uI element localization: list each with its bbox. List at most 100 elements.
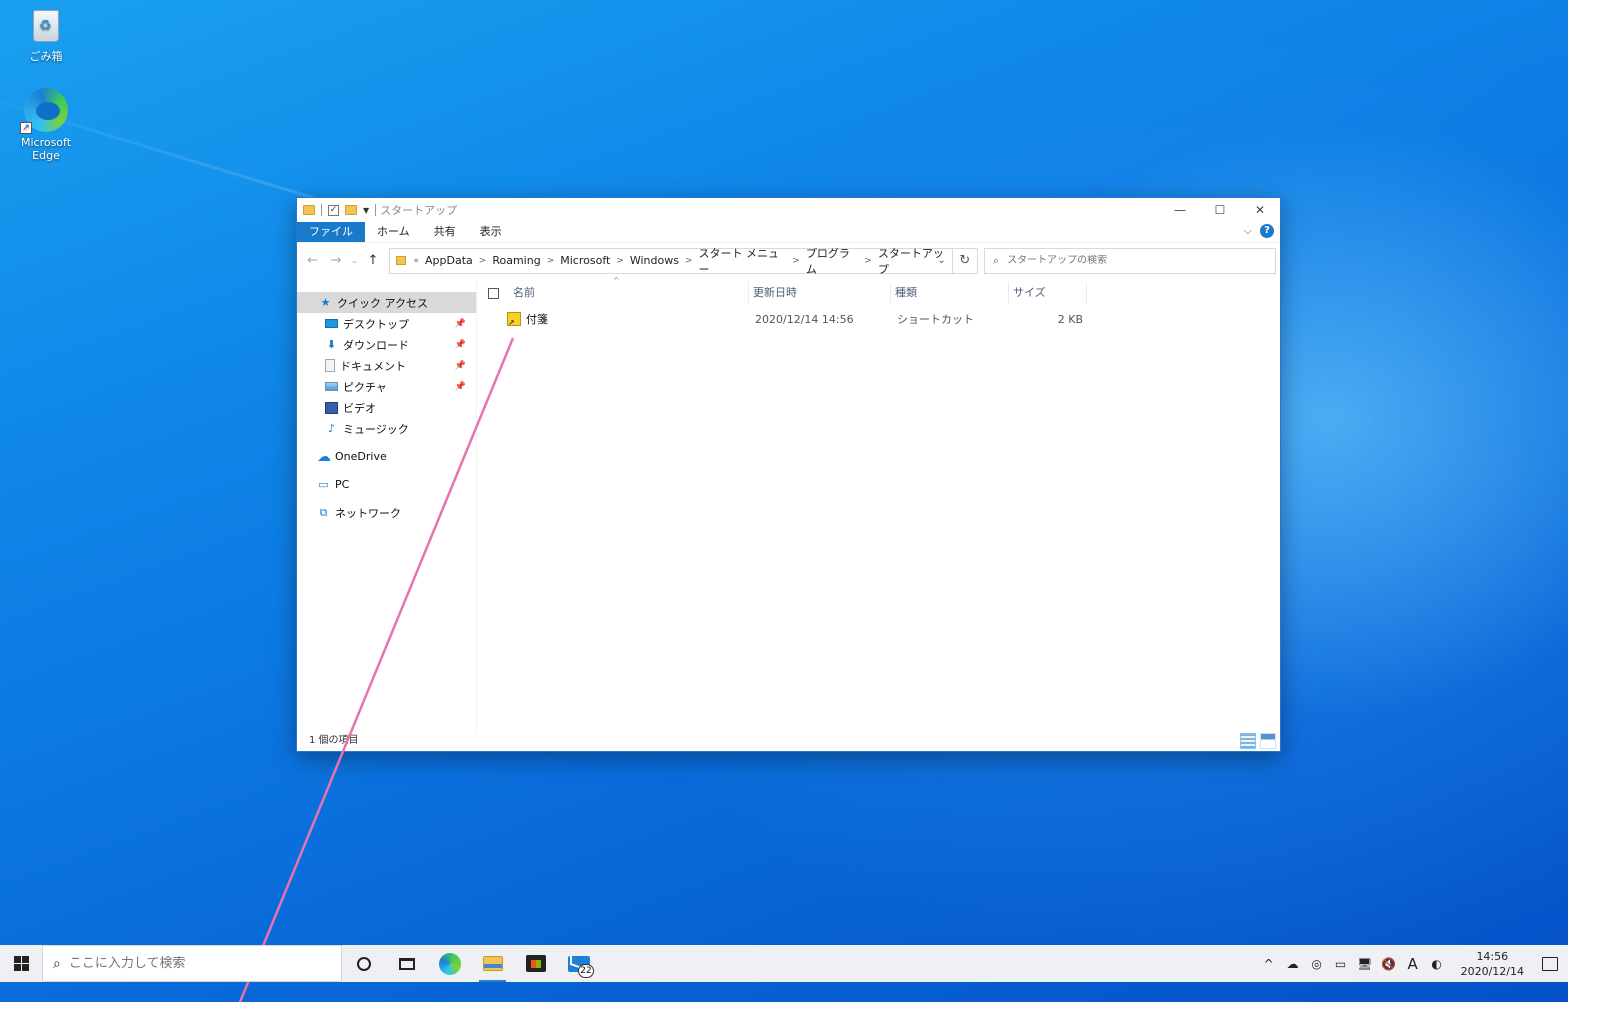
breadcrumb-item[interactable]: Windows <box>630 254 679 267</box>
ime-icon[interactable]: ◐ <box>1429 957 1445 971</box>
nav-label: ダウンロード <box>343 338 409 352</box>
chevron-down-icon[interactable]: ⌄ <box>937 255 945 266</box>
nav-quick-access[interactable]: ★ クイック アクセス <box>297 292 476 313</box>
nav-downloads[interactable]: ⬇ ダウンロード 📌 <box>297 334 476 355</box>
pictures-folder-icon <box>325 382 338 391</box>
taskbar-search-input[interactable] <box>68 956 309 971</box>
nav-documents[interactable]: ドキュメント 📌 <box>297 355 476 376</box>
customize-qat-icon[interactable]: ▼ <box>363 206 369 215</box>
onedrive-icon[interactable]: ☁ <box>1285 957 1301 971</box>
column-size[interactable]: サイズ <box>1009 282 1087 304</box>
up-button[interactable]: ↑ <box>361 253 384 268</box>
edge-icon: ↗ <box>20 88 68 134</box>
large-icons-view-icon[interactable] <box>1260 733 1276 749</box>
explorer-taskbar-button[interactable] <box>471 945 514 982</box>
nav-videos[interactable]: ビデオ <box>297 397 476 418</box>
recent-locations-icon[interactable]: ⌄ <box>348 256 362 266</box>
start-button[interactable] <box>0 945 42 982</box>
nav-onedrive[interactable]: ☁ OneDrive <box>297 446 476 467</box>
pin-icon: 📌 <box>454 339 466 350</box>
tab-file[interactable]: ファイル <box>297 222 365 242</box>
maximize-button[interactable]: ☐ <box>1200 198 1240 222</box>
breadcrumb-item[interactable]: AppData <box>425 254 473 267</box>
nav-pc[interactable]: ▭ PC <box>297 474 476 495</box>
tab-view[interactable]: 表示 <box>468 222 514 242</box>
close-button[interactable]: ✕ <box>1240 198 1280 222</box>
battery-icon[interactable]: ▭ <box>1333 957 1349 971</box>
pin-icon: 📌 <box>454 381 466 392</box>
search-icon: ⌕ <box>993 253 1000 267</box>
file-type: ショートカット <box>897 313 974 326</box>
notification-icon[interactable] <box>1542 956 1558 971</box>
file-row[interactable]: 付箋 2020/12/14 14:56 ショートカット 2 KB <box>477 308 1280 330</box>
item-count: 1 個の項目 <box>309 735 359 746</box>
taskbar-search[interactable]: ⌕ <box>42 945 342 982</box>
cortana-icon <box>356 956 371 971</box>
edge-desktop-icon[interactable]: ↗ Microsoft Edge <box>8 88 84 162</box>
nav-label: クイック アクセス <box>337 296 428 310</box>
volume-muted-icon[interactable]: 🔇 <box>1381 957 1397 971</box>
breadcrumb-item[interactable]: プログラム <box>806 245 858 277</box>
nav-label: PC <box>335 478 350 491</box>
recycle-bin-desktop-icon[interactable]: ごみ箱 <box>8 6 84 64</box>
expand-ribbon-icon[interactable]: ⌵ <box>1244 224 1252 238</box>
store-icon <box>525 955 546 972</box>
column-name[interactable]: 名前 <box>509 282 749 304</box>
pin-icon: 📌 <box>454 318 466 329</box>
chevron-right-icon[interactable]: > <box>792 256 800 266</box>
folder-icon <box>395 256 406 265</box>
column-modified[interactable]: 更新日時 <box>749 282 891 304</box>
nav-network[interactable]: ⧉ ネットワーク <box>297 502 476 523</box>
breadcrumb-overflow[interactable]: « <box>414 256 420 266</box>
new-folder-icon[interactable] <box>345 205 357 215</box>
nav-desktop[interactable]: デスクトップ 📌 <box>297 313 476 334</box>
chevron-right-icon[interactable]: > <box>547 256 555 266</box>
title-bar: ✓ ▼ スタートアップ — ☐ ✕ <box>297 198 1280 222</box>
select-all-checkbox[interactable] <box>488 287 499 299</box>
meet-now-icon[interactable]: ◎ <box>1309 957 1325 971</box>
nav-music[interactable]: ♪ ミュージック <box>297 418 476 439</box>
breadcrumb-item[interactable]: Microsoft <box>560 254 610 267</box>
tab-home[interactable]: ホーム <box>365 222 422 242</box>
quick-access-toolbar: ✓ ▼ <box>297 204 377 216</box>
back-button[interactable]: ← <box>301 253 324 268</box>
edge-icon <box>438 952 461 975</box>
chevron-right-icon[interactable]: > <box>479 256 487 266</box>
column-type[interactable]: 種類 <box>891 282 1009 304</box>
address-bar[interactable]: « AppData > Roaming > Microsoft > Window… <box>388 245 953 277</box>
address-row: ← → ⌄ ↑ « AppData > Roaming > Microsoft … <box>297 242 1280 278</box>
ime-mode-indicator[interactable]: A <box>1405 955 1421 973</box>
chevron-right-icon[interactable]: > <box>864 256 872 266</box>
chevron-right-icon[interactable]: > <box>616 256 624 266</box>
search-input[interactable] <box>1007 255 1258 266</box>
windows-logo-icon <box>13 956 29 971</box>
help-icon[interactable]: ? <box>1260 224 1274 238</box>
store-taskbar-button[interactable] <box>514 945 557 982</box>
minimize-button[interactable]: — <box>1160 198 1200 222</box>
mail-taskbar-button[interactable]: 22 <box>557 945 600 982</box>
cortana-button[interactable] <box>342 945 385 982</box>
clock-date: 2020/12/14 <box>1460 964 1524 978</box>
clock[interactable]: 14:56 2020/12/14 <box>1461 949 1524 979</box>
network-icon[interactable]: 🖥 <box>1357 957 1373 971</box>
recycle-bin-icon <box>29 6 63 44</box>
star-icon: ★ <box>320 295 331 309</box>
properties-icon[interactable]: ✓ <box>328 204 339 216</box>
sticky-notes-shortcut-icon <box>507 312 521 327</box>
file-size: 2 KB <box>1057 312 1083 326</box>
tab-share[interactable]: 共有 <box>422 222 468 242</box>
navigation-pane: ★ クイック アクセス デスクトップ 📌 ⬇ ダウンロード 📌 ドキュメント 📌… <box>297 280 477 733</box>
chevron-up-icon[interactable]: ^ <box>1261 957 1277 971</box>
nav-label: デスクトップ <box>343 317 409 331</box>
refresh-button[interactable]: ↻ <box>952 247 979 274</box>
breadcrumb-item[interactable]: Roaming <box>492 254 540 267</box>
task-view-button[interactable] <box>385 945 428 982</box>
edge-taskbar-button[interactable] <box>428 945 471 982</box>
chevron-right-icon[interactable]: > <box>685 256 693 266</box>
nav-pictures[interactable]: ピクチャ 📌 <box>297 376 476 397</box>
breadcrumb-item[interactable]: スタート メニュー <box>699 245 787 277</box>
folder-icon <box>303 205 315 215</box>
forward-button[interactable]: → <box>324 253 347 268</box>
details-view-icon[interactable] <box>1240 733 1256 749</box>
search-box[interactable]: ⌕ <box>984 247 1277 274</box>
